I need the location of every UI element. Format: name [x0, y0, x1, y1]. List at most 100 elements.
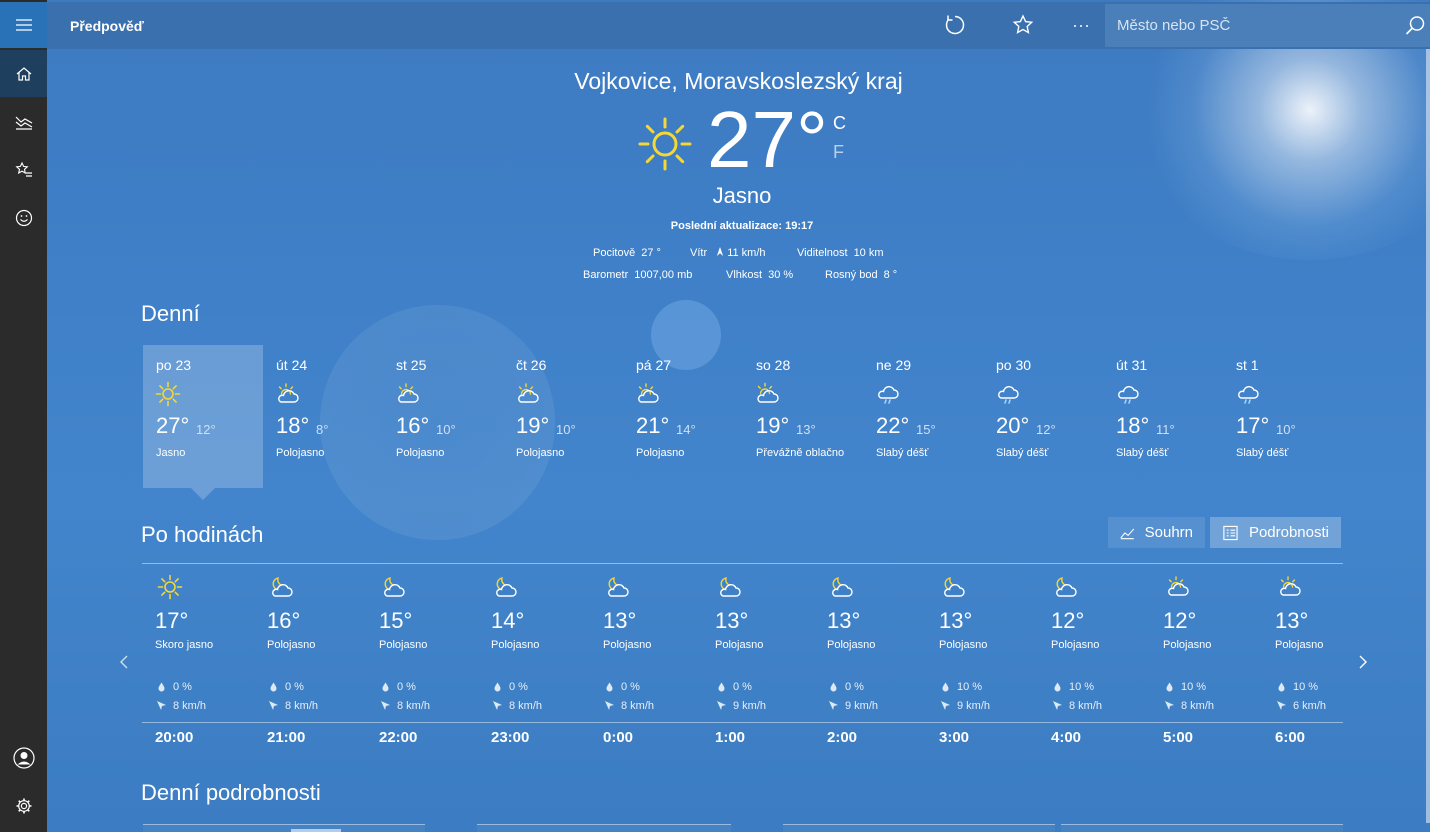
day-condition: Polojasno	[516, 447, 565, 459]
hour-precipitation: 0 %	[157, 681, 192, 693]
hamburger-menu-button[interactable]	[0, 2, 47, 48]
partly-cloudy-night-icon	[496, 577, 517, 597]
day-high-temp: 20°	[996, 413, 1030, 438]
home-icon	[16, 66, 31, 81]
hour-precipitation: 10 %	[941, 681, 982, 693]
star-icon	[1012, 14, 1034, 34]
hour-time: 1:00	[715, 729, 746, 746]
hour-precipitation: 0 %	[605, 681, 640, 693]
hour-condition: Polojasno	[267, 639, 316, 651]
sidebar-item-lifestyle[interactable]	[0, 194, 47, 241]
unit-fahrenheit[interactable]: F	[833, 142, 844, 163]
vertical-scrollbar[interactable]	[1426, 48, 1430, 823]
more-button[interactable]	[1069, 13, 1093, 37]
day-high-temp: 18°	[276, 413, 310, 438]
day-high-temp: 16°	[396, 413, 430, 438]
hour-wind: 8 km/h	[605, 700, 654, 712]
favorite-button[interactable]	[1011, 13, 1035, 37]
precip-value: 0 %	[285, 681, 304, 693]
wind-value: 6 km/h	[1293, 700, 1327, 712]
details-toggle-button[interactable]: Podrobnosti	[1210, 517, 1341, 548]
hour-precipitation: 0 %	[269, 681, 304, 693]
hour-column: 16° Polojasno 0 % 8 km/h 21:00	[267, 572, 377, 747]
day-card[interactable]: út 24 18° 8° Polojasno	[263, 345, 383, 488]
sidebar-item-forecast[interactable]	[0, 50, 47, 97]
sidebar-item-favorites[interactable]	[0, 146, 47, 193]
hour-column: 14° Polojasno 0 % 8 km/h 23:00	[491, 572, 601, 747]
hour-condition: Polojasno	[603, 639, 652, 651]
hamburger-icon	[15, 19, 32, 31]
day-name: út 31	[1116, 357, 1148, 373]
gear-icon	[16, 798, 31, 813]
hourly-section-title: Po hodinách	[141, 522, 264, 547]
raindrop-icon	[606, 682, 613, 692]
day-card[interactable]: ne 29 22° 15° Slabý déšť	[863, 345, 983, 488]
precip-value: 0 %	[509, 681, 528, 693]
hour-wind: 8 km/h	[381, 700, 430, 712]
hour-column: 13° Polojasno 0 % 9 km/h 1:00	[715, 572, 825, 747]
settings-button[interactable]	[0, 782, 47, 829]
sidebar	[0, 0, 47, 832]
wind: Vítr 11 km/h	[690, 247, 766, 259]
summary-toggle-button[interactable]: Souhrn	[1108, 517, 1205, 548]
day-card[interactable]: st 25 16° 10° Polojasno	[383, 345, 503, 488]
search-icon[interactable]	[1404, 15, 1426, 37]
day-name: čt 26	[516, 357, 547, 373]
unit-celsius[interactable]: C	[833, 113, 846, 134]
light-rain-icon	[1238, 386, 1259, 404]
sidebar-item-maps[interactable]	[0, 98, 47, 145]
divider	[142, 563, 1343, 564]
hour-wind: 8 km/h	[157, 700, 206, 712]
day-card[interactable]: po 23 27° 12° Jasno	[143, 345, 263, 500]
wind-direction-icon	[717, 701, 726, 710]
day-high-temp: 17°	[1236, 413, 1270, 438]
scroll-left-arrow[interactable]	[117, 654, 133, 670]
day-card[interactable]: po 30 20° 12° Slabý déšť	[983, 345, 1103, 488]
day-high-temp: 18°	[1116, 413, 1150, 438]
raindrop-icon	[718, 682, 725, 692]
day-low-temp: 13°	[796, 422, 816, 437]
day-condition: Jasno	[156, 447, 186, 459]
day-condition: Slabý déšť	[876, 447, 929, 459]
app-title: Předpověď	[70, 18, 144, 34]
day-low-temp: 15°	[916, 422, 936, 437]
day-card[interactable]: st 1 17° 10° Slabý déšť	[1223, 345, 1343, 488]
day-card[interactable]: čt 26 19° 10° Polojasno	[503, 345, 623, 488]
summary-label: Souhrn	[1144, 524, 1193, 541]
day-card[interactable]: út 31 18° 11° Slabý déšť	[1103, 345, 1223, 488]
hour-wind: 8 km/h	[1053, 700, 1102, 712]
day-low-temp: 8°	[316, 422, 329, 437]
day-card[interactable]: so 28 19° 13° Převážně oblačno	[743, 345, 863, 488]
barometer-value: 1007,00 mb	[634, 269, 693, 281]
day-name: po 23	[156, 357, 192, 373]
day-high-temp: 19°	[756, 413, 790, 438]
precip-value: 0 %	[845, 681, 864, 693]
partly-cloudy-night-icon	[272, 577, 293, 597]
detail-card	[1061, 824, 1343, 832]
wind-direction-icon	[381, 701, 390, 710]
daily-section-title: Denní	[141, 301, 200, 326]
raindrop-icon	[158, 682, 165, 692]
day-condition: Převážně oblačno	[756, 447, 845, 459]
hour-wind: 8 km/h	[269, 700, 318, 712]
hour-column: 17° Skoro jasno 0 % 8 km/h 20:00	[155, 572, 265, 747]
hour-wind: 8 km/h	[1165, 700, 1214, 712]
line-chart-icon	[1120, 528, 1135, 539]
day-card[interactable]: pá 27 21° 14° Polojasno	[623, 345, 743, 488]
hour-precipitation: 0 %	[829, 681, 864, 693]
hour-temp: 15°	[379, 608, 413, 633]
hour-time: 21:00	[267, 729, 306, 746]
account-button[interactable]	[0, 734, 47, 781]
wind-value: 8 km/h	[1069, 700, 1103, 712]
hour-temp: 14°	[491, 608, 525, 633]
search-input[interactable]	[1105, 4, 1395, 47]
wind-direction-icon	[1053, 701, 1062, 710]
day-name: ne 29	[876, 357, 912, 373]
wind-direction-icon	[605, 701, 614, 710]
wind-direction-icon	[157, 701, 166, 710]
refresh-button[interactable]	[943, 13, 967, 37]
dew-point-value: 8 °	[883, 269, 898, 281]
visibility-label: Viditelnost	[797, 247, 848, 259]
hour-condition: Polojasno	[379, 639, 428, 651]
hour-temp: 13°	[715, 608, 749, 633]
